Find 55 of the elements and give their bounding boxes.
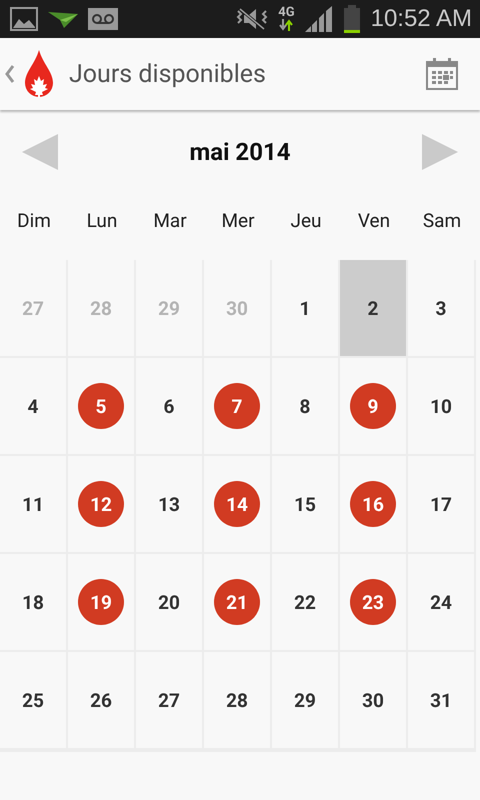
- calendar-day[interactable]: 17: [418, 481, 464, 527]
- weekday-label: Lun: [86, 208, 118, 232]
- mute-vibrate-icon: [236, 7, 268, 31]
- calendar-day[interactable]: 24: [418, 579, 464, 625]
- calendar-day[interactable]: 13: [146, 481, 192, 527]
- calendar-day[interactable]: 6: [146, 383, 192, 429]
- available-day[interactable]: 19: [78, 579, 124, 625]
- weekday-label: Sam: [422, 208, 462, 232]
- calendar-day[interactable]: 20: [146, 579, 192, 625]
- calendar-day[interactable]: 2: [350, 285, 396, 331]
- weekday-label: Mer: [221, 208, 255, 232]
- battery-icon: [342, 5, 361, 33]
- calendar-day[interactable]: 1: [282, 285, 328, 331]
- weekday-label: Dim: [17, 208, 51, 232]
- weekday-label: Ven: [358, 208, 390, 232]
- month-title: mai 2014: [189, 138, 291, 166]
- calendar-day[interactable]: 15: [282, 481, 328, 527]
- calendar-day[interactable]: 26: [78, 677, 124, 723]
- weekday-label: Mar: [153, 208, 187, 232]
- calendar-day[interactable]: 29: [282, 677, 328, 723]
- available-day[interactable]: 7: [214, 383, 260, 429]
- calendar-day[interactable]: 25: [10, 677, 56, 723]
- signal-icon: [304, 6, 333, 32]
- calendar-day[interactable]: 18: [10, 579, 56, 625]
- calendar-icon[interactable]: [426, 58, 458, 90]
- calendar-day[interactable]: 27: [146, 677, 192, 723]
- next-month-arrow-icon[interactable]: [422, 134, 458, 170]
- calendar-day[interactable]: 3: [418, 285, 464, 331]
- calendar-day[interactable]: 8: [282, 383, 328, 429]
- calendar-day[interactable]: 31: [418, 677, 464, 723]
- clock: 10:52 AM: [370, 5, 472, 33]
- available-day[interactable]: 21: [214, 579, 260, 625]
- paper-plane-icon: [48, 10, 78, 28]
- blood-drop-icon: [23, 50, 55, 98]
- available-day[interactable]: 14: [214, 481, 260, 527]
- available-day[interactable]: 16: [350, 481, 396, 527]
- voicemail-icon: [88, 8, 118, 30]
- weekday-label: Jeu: [290, 208, 322, 232]
- calendar-day[interactable]: 30: [350, 677, 396, 723]
- calendar-day[interactable]: 10: [418, 383, 464, 429]
- available-day[interactable]: 9: [350, 383, 396, 429]
- available-day[interactable]: 5: [78, 383, 124, 429]
- available-day[interactable]: 23: [350, 579, 396, 625]
- calendar-day[interactable]: 11: [10, 481, 56, 527]
- picture-icon: [10, 7, 38, 31]
- screen-title: Jours disponibles: [69, 60, 267, 88]
- available-day[interactable]: 12: [78, 481, 124, 527]
- calendar-day[interactable]: 22: [282, 579, 328, 625]
- network-type: 4G: [278, 7, 295, 19]
- previous-month-arrow-icon[interactable]: [22, 134, 58, 170]
- back-chevron-icon[interactable]: [5, 65, 15, 83]
- selected-day-cell[interactable]: 2: [340, 260, 408, 358]
- calendar-day[interactable]: 28: [214, 677, 260, 723]
- calendar-day[interactable]: 4: [10, 383, 56, 429]
- data-arrows-icon: [279, 19, 294, 31]
